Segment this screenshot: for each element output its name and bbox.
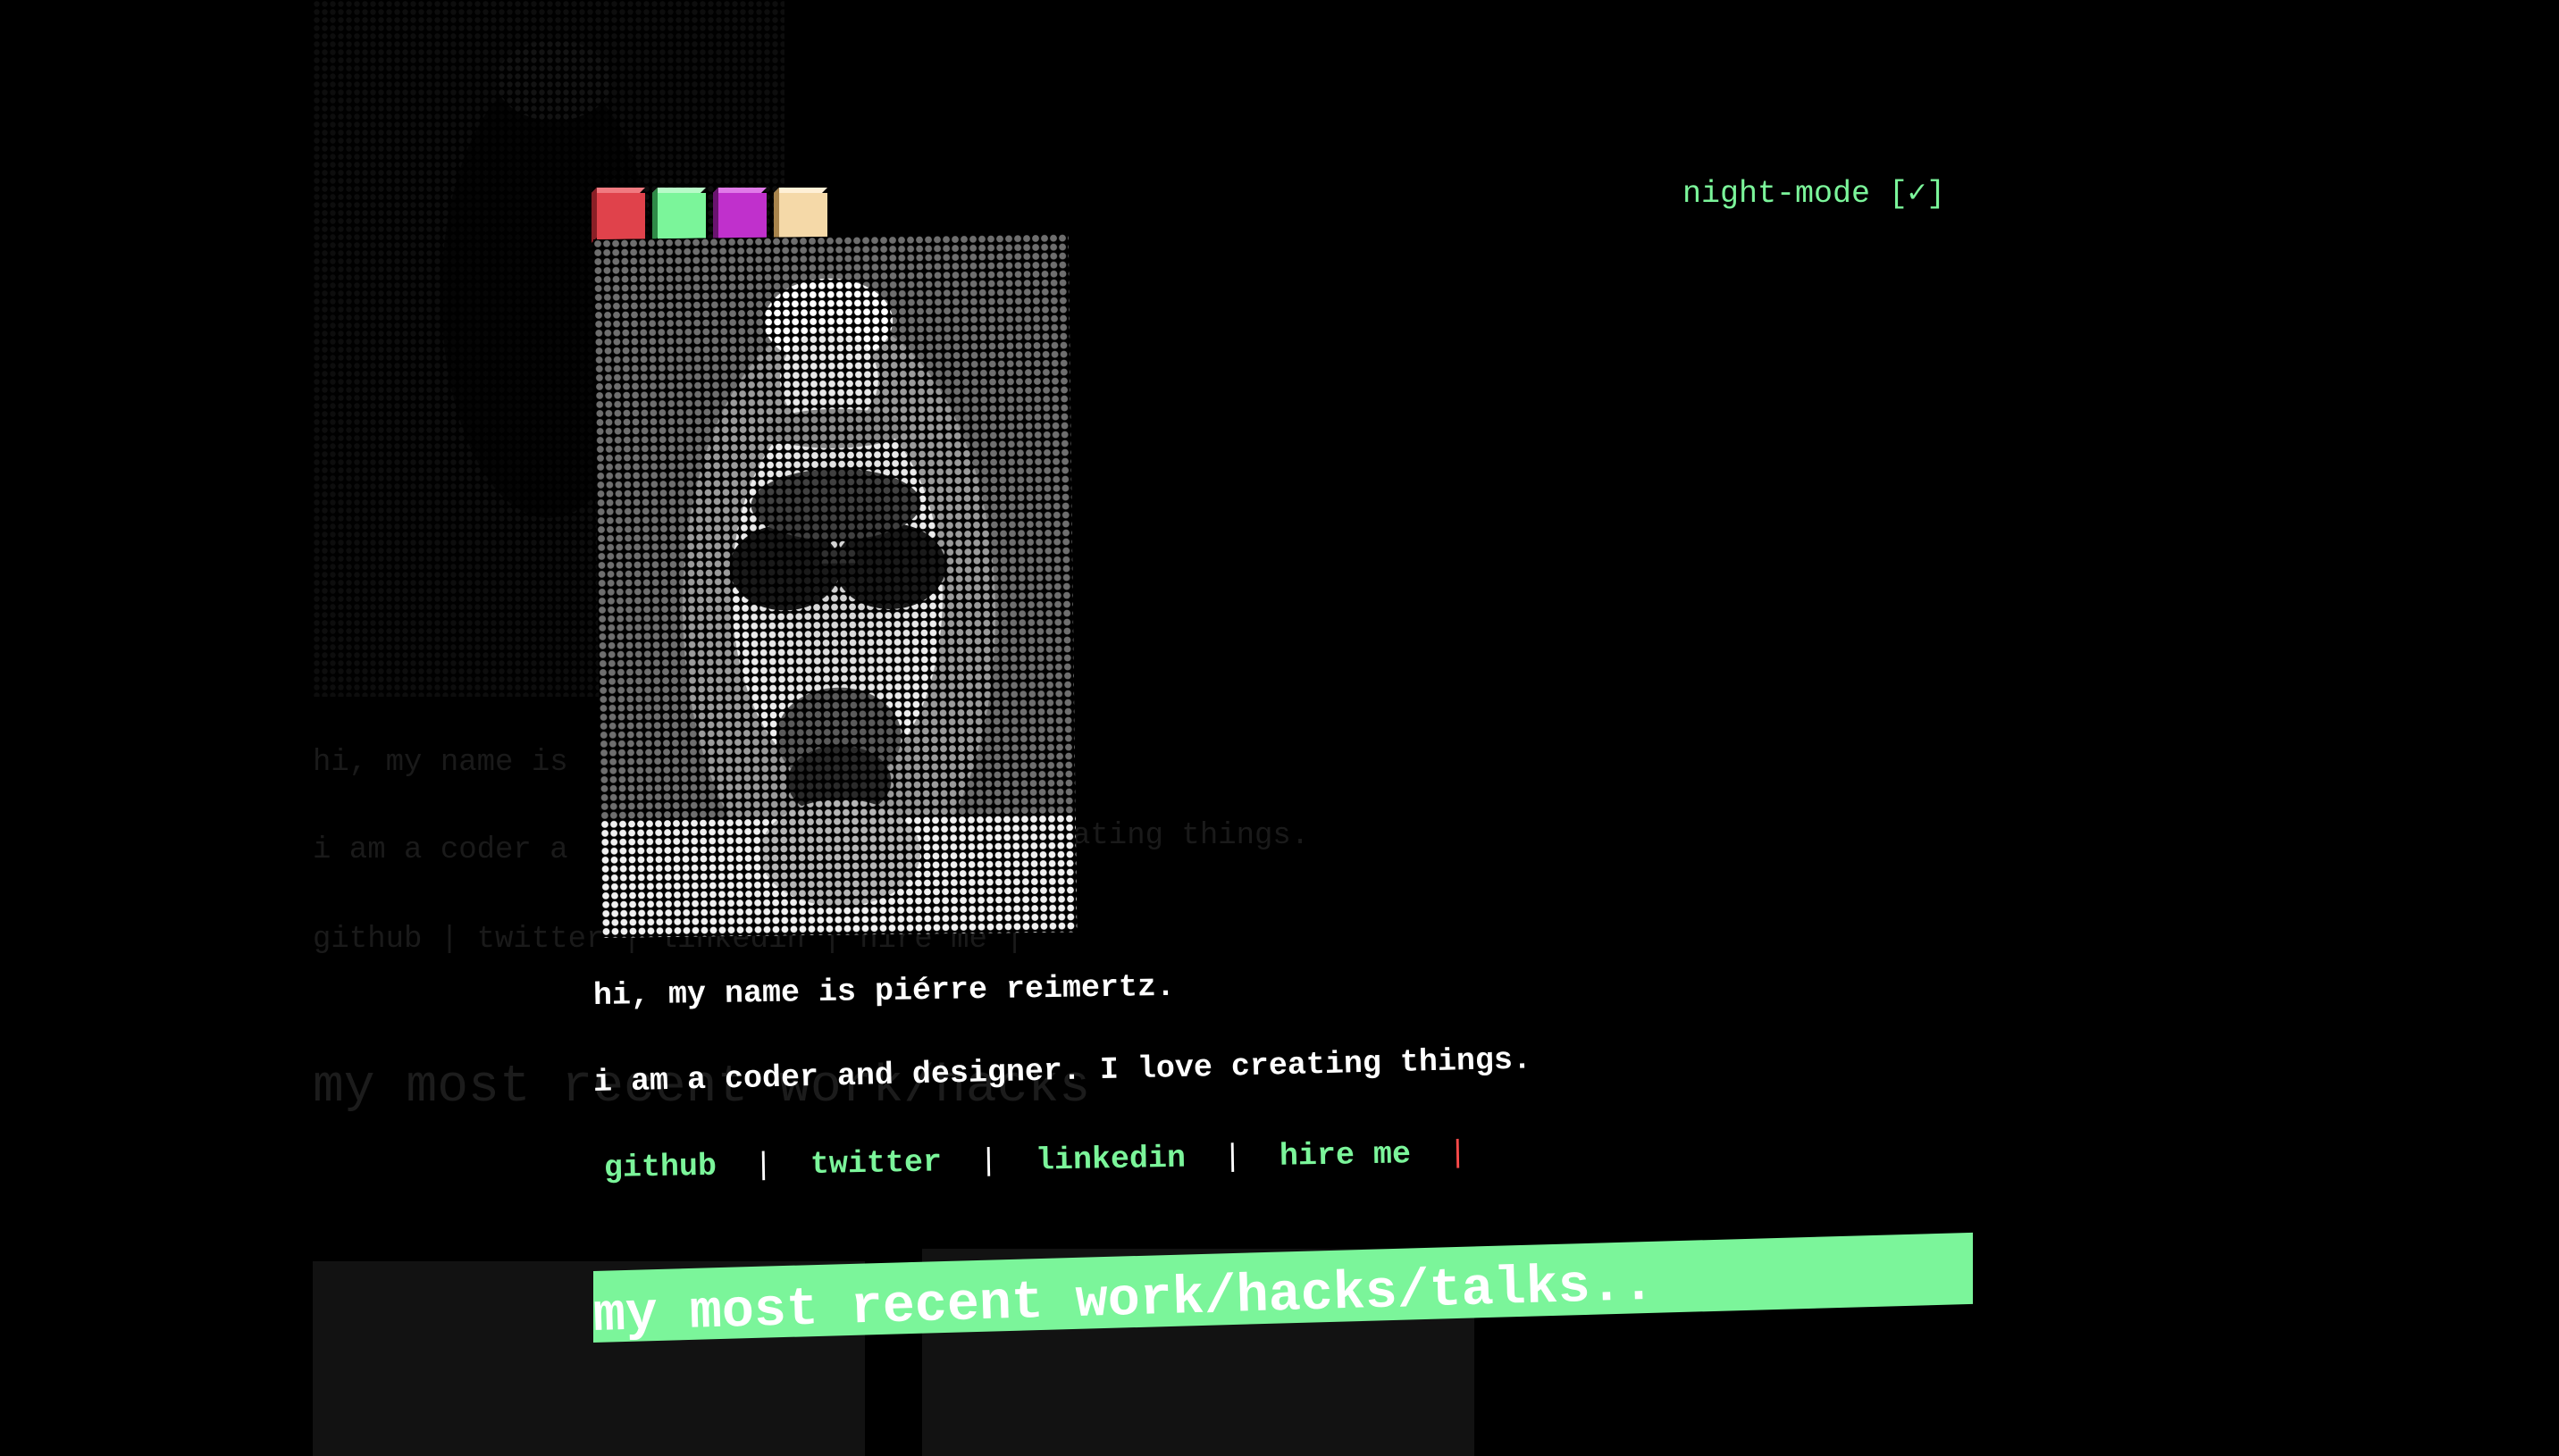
- intro-name: hi, my name is piérre reimertz.: [592, 968, 1176, 1014]
- social-links: github | twitter | linkedin | hire me |: [604, 1135, 1468, 1186]
- link-separator: |: [978, 1143, 999, 1180]
- link-separator: |: [753, 1147, 774, 1184]
- halftone-portrait-image: [593, 233, 1078, 938]
- twitter-link[interactable]: twitter: [810, 1144, 943, 1183]
- ghost-intro-2-left: i am a coder a: [313, 833, 568, 867]
- hire-me-link[interactable]: hire me: [1280, 1136, 1412, 1175]
- github-link[interactable]: github: [604, 1149, 717, 1186]
- intro-tagline: i am a coder and designer. I love creati…: [592, 1042, 1532, 1100]
- linkedin-link[interactable]: linkedin: [1036, 1141, 1187, 1179]
- ghost-intro-2-right: ating things.: [1072, 819, 1310, 853]
- link-separator: |: [1222, 1139, 1243, 1176]
- swatch-cream[interactable]: [774, 188, 827, 243]
- ghost-intro-1: hi, my name is: [313, 746, 568, 780]
- swatch-green[interactable]: [652, 188, 706, 243]
- color-swatches: [592, 188, 827, 243]
- night-mode-toggle[interactable]: night-mode [✓]: [1682, 174, 1945, 212]
- portrait: [593, 233, 1078, 938]
- text-cursor: |: [1447, 1135, 1468, 1172]
- ghost-layer: hi, my name is i am a coder a ating thin…: [0, 0, 2559, 1456]
- swatch-purple[interactable]: [713, 188, 767, 243]
- swatch-red[interactable]: [592, 188, 645, 243]
